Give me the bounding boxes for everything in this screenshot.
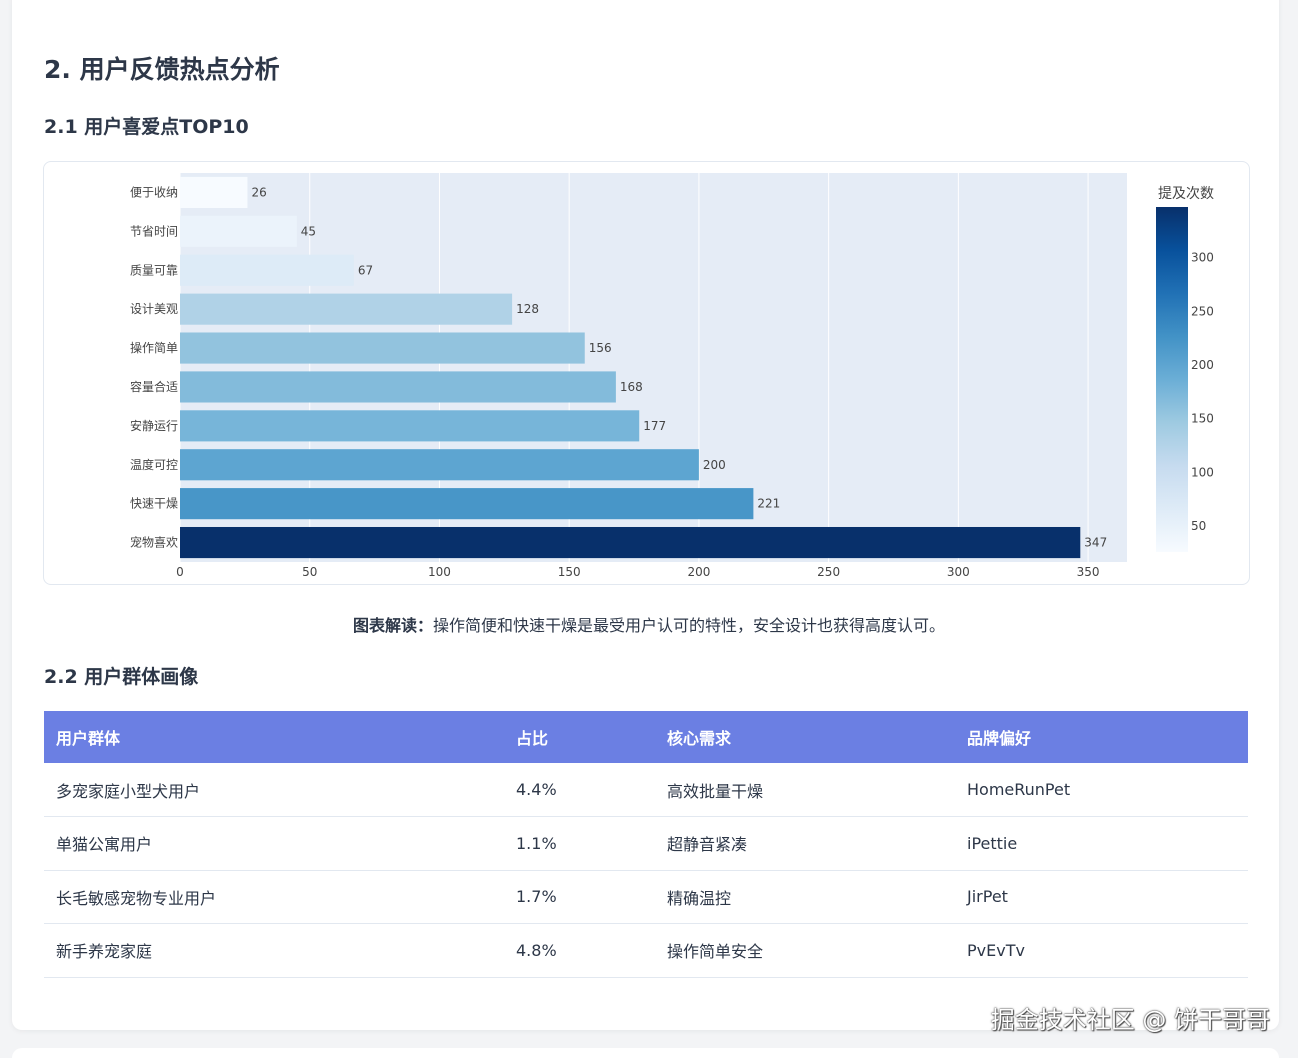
cell-share: 1.7% — [504, 870, 655, 924]
cell-group: 单猫公寓用户 — [44, 816, 504, 871]
data-label: 347 — [1084, 536, 1107, 550]
subsection-title-portrait: 2.2 用户群体画像 — [44, 666, 199, 688]
cell-need: 精确温控 — [655, 870, 955, 924]
data-label: 45 — [301, 224, 316, 238]
bar — [180, 293, 513, 325]
category-label: 快速干燥 — [130, 497, 178, 511]
colorbar-tick-label: 250 — [1191, 304, 1214, 318]
data-label: 177 — [643, 419, 666, 433]
bar — [180, 449, 699, 481]
category-label: 宠物喜欢 — [130, 535, 178, 550]
table-row: 新手养宠家庭 4.8% 操作简单安全 PvEvTv — [44, 923, 1248, 978]
bar — [180, 176, 248, 209]
colorbar-tick-label: 50 — [1191, 519, 1206, 533]
category-label: 安静运行 — [130, 418, 178, 433]
x-tick-label: 200 — [687, 565, 710, 579]
cell-group: 新手养宠家庭 — [44, 923, 504, 978]
bar — [180, 371, 616, 403]
cell-group: 长毛敏感宠物专业用户 — [44, 870, 504, 924]
data-label: 156 — [589, 341, 612, 355]
user-group-table: 用户群体 占比 核心需求 品牌偏好 多宠家庭小型犬用户 4.4% 高效批量干燥 … — [44, 711, 1248, 978]
table-header-row: 用户群体 占比 核心需求 品牌偏好 — [44, 711, 1248, 763]
cell-brand: HomeRunPet — [955, 763, 1248, 817]
chart-note-label: 图表解读： — [352, 616, 433, 635]
cell-share: 4.4% — [504, 763, 655, 817]
data-label: 26 — [251, 185, 266, 199]
bar — [180, 526, 1081, 559]
bar — [180, 410, 640, 442]
bar-chart: 0 50 100 150 200 250 300 350 便于收纳 26 节省时间 45 质量可靠 67 设… — [130, 173, 1214, 579]
x-tick-label: 0 — [176, 565, 184, 579]
header-share: 占比 — [516, 729, 549, 748]
table-row: 多宠家庭小型犬用户 4.4% 高效批量干燥 HomeRunPet — [44, 763, 1248, 817]
x-tick-label: 150 — [558, 565, 581, 579]
category-label: 温度可控 — [130, 457, 178, 472]
colorbar-tick-label: 300 — [1191, 251, 1214, 265]
cell-need: 超静音紧凑 — [655, 816, 955, 871]
category-label: 操作简单 — [130, 340, 178, 355]
watermark: 掘金技术社区 @ 饼干哥哥 — [990, 1006, 1270, 1034]
colorbar-tick-label: 200 — [1191, 358, 1214, 372]
cell-brand: JirPet — [955, 870, 1248, 924]
x-tick-label: 50 — [302, 565, 317, 579]
data-label: 168 — [620, 380, 643, 394]
subsection-title-top10: 2.1 用户喜爱点TOP10 — [44, 116, 249, 138]
cell-brand: PvEvTv — [955, 923, 1248, 978]
header-group: 用户群体 — [56, 729, 121, 748]
x-tick-label: 350 — [1077, 565, 1100, 579]
category-label: 容量合适 — [130, 379, 178, 394]
bar — [180, 488, 754, 520]
colorbar-tick-label: 100 — [1191, 465, 1214, 479]
cell-group: 多宠家庭小型犬用户 — [44, 763, 504, 817]
cell-share: 4.8% — [504, 923, 655, 978]
header-brand: 品牌偏好 — [967, 729, 1032, 748]
cell-need: 高效批量干燥 — [655, 763, 955, 817]
data-label: 128 — [516, 302, 539, 316]
colorbar — [1156, 207, 1188, 552]
chart-note-text: 操作简便和快速干燥是最受用户认可的特性，安全设计也获得高度认可。 — [433, 616, 946, 635]
table-row: 长毛敏感宠物专业用户 1.7% 精确温控 JirPet — [44, 870, 1248, 924]
category-label: 设计美观 — [130, 302, 178, 316]
table-row: 单猫公寓用户 1.1% 超静音紧凑 iPettie — [44, 816, 1248, 871]
category-label: 节省时间 — [130, 224, 178, 238]
cell-share: 1.1% — [504, 816, 655, 871]
colorbar-title: 提及次数 — [1158, 186, 1214, 202]
x-tick-label: 300 — [947, 565, 970, 579]
cell-brand: iPettie — [955, 816, 1248, 871]
next-card-edge — [12, 1048, 1279, 1058]
bar — [180, 215, 297, 247]
bar — [180, 332, 585, 364]
x-tick-label: 250 — [817, 565, 840, 579]
colorbar-tick-label: 150 — [1191, 412, 1214, 426]
section-title: 2. 用户反馈热点分析 — [44, 55, 280, 84]
bar — [180, 254, 354, 286]
data-label: 221 — [757, 497, 780, 511]
header-need: 核心需求 — [667, 729, 732, 748]
x-tick-label: 100 — [428, 565, 451, 579]
data-label: 200 — [703, 458, 726, 472]
data-label: 67 — [358, 263, 373, 277]
chart-note: 图表解读：操作简便和快速干燥是最受用户认可的特性，安全设计也获得高度认可。 — [0, 612, 1298, 636]
category-label: 便于收纳 — [130, 185, 178, 199]
cell-need: 操作简单安全 — [655, 923, 955, 978]
chart-container: 0 50 100 150 200 250 300 350 便于收纳 26 节省时间 45 质量可靠 67 设… — [43, 161, 1250, 585]
category-label: 质量可靠 — [130, 263, 178, 277]
